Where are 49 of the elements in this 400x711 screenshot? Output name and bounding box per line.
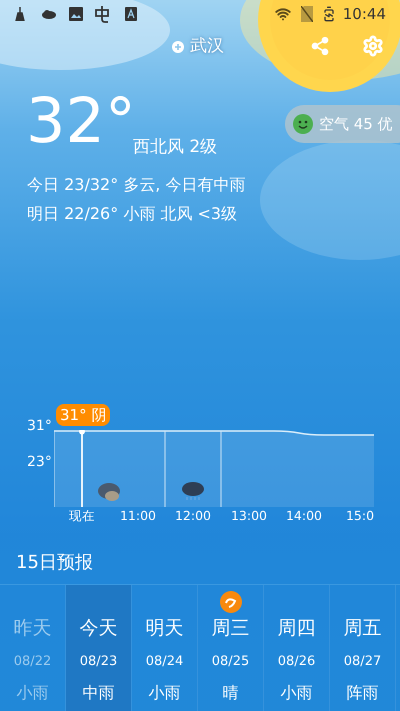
status-time: 10:44 [342,4,386,25]
hour-label: 11:00 [120,507,156,525]
hour-label: 15:0 [346,507,374,525]
day-column[interactable]: 今天 08/23 中雨 [66,585,132,711]
day-name: 明天 [146,616,184,640]
hour-label: 14:00 [286,507,322,525]
no-sim-icon [300,6,313,22]
forecast-title: 15日预报 [16,550,93,574]
y-axis-label: 31° [27,417,52,436]
day-name: 周四 [278,616,316,640]
hour-label: 现在 [69,507,95,525]
day-column[interactable]: 明天 08/24 小雨 [132,585,198,711]
rain-cloud-icon [181,480,205,502]
wifi-icon [274,6,291,22]
day-weather: 阵雨 [346,683,378,703]
day-column[interactable]: 周五 08/27 阵雨 [330,585,396,711]
keyboard-icon [125,7,137,21]
y-axis-label: 23° [27,453,52,472]
day-weather: 中雨 [82,683,114,703]
day-name: 周五 [344,616,382,640]
day-date: 08/27 [344,654,382,670]
hour-label: 12:00 [174,507,212,525]
day-weather: 小雨 [16,683,48,703]
cloud-icon [41,8,57,20]
day-date: 08/24 [146,654,184,670]
day-column[interactable]: 周三 08/25 晴 [198,585,264,711]
day-date: 08/23 [80,654,118,670]
air-quality-text: 空气 45 优 [319,114,393,135]
now-temperature-badge: 31° 阴 [56,404,110,426]
hour-label: 13:00 [230,507,268,525]
image-icon [69,7,83,21]
day-name: 昨天 [14,616,52,640]
day-column[interactable]: 周四 08/26 小雨 [264,585,330,711]
day-date: 08/25 [212,654,250,670]
air-quality-pill[interactable]: 空气 45 优 [285,105,400,143]
share-button[interactable] [310,36,330,56]
day-name: 今天 [80,616,118,640]
day-date: 08/22 [14,654,52,670]
day-weather: 晴 [222,683,238,703]
cloudy-icon [97,480,123,502]
today-summary: 今日 23/32° 多云, 今日有中雨 [27,174,246,196]
settings-button[interactable] [362,35,384,57]
day-weather: 小雨 [148,683,180,703]
tomorrow-summary: 明日 22/26° 小雨 北风 <3级 [27,203,238,225]
day-weather: 小雨 [280,683,312,703]
broom-icon [14,7,26,21]
add-icon [172,40,184,53]
day-date: 08/26 [278,654,316,670]
day-name: 周三 [212,616,250,640]
